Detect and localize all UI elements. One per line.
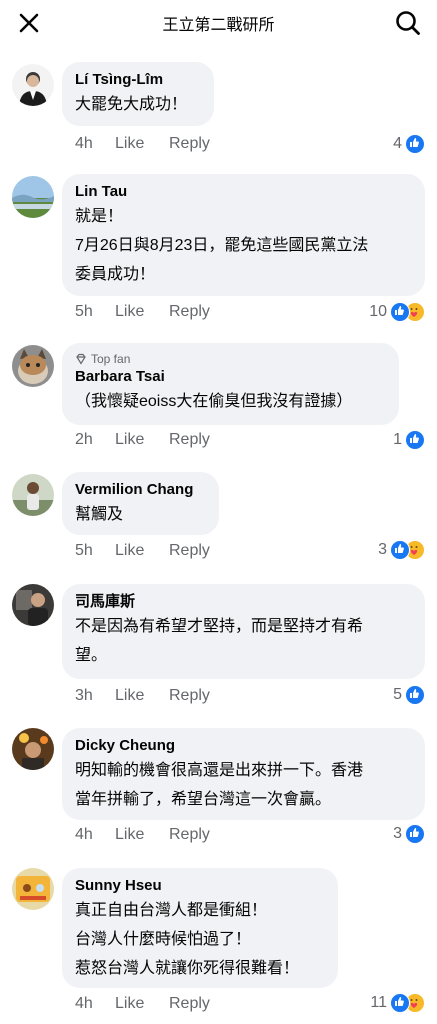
like-reaction-icon	[390, 540, 410, 560]
like-button[interactable]: Like	[115, 135, 169, 153]
avatar[interactable]	[12, 345, 54, 387]
like-button[interactable]: Like	[115, 303, 169, 321]
reaction-summary[interactable]: 1	[393, 428, 425, 452]
like-reaction-icon	[390, 993, 410, 1013]
comment-author[interactable]: Lin Tau	[75, 182, 412, 202]
like-button[interactable]: Like	[115, 995, 169, 1013]
avatar-image	[12, 474, 54, 516]
reaction-count: 10	[369, 303, 387, 320]
avatar-image	[12, 728, 54, 770]
comment-text: 不是因為有希望才堅持，而是堅持才有希 望。	[75, 618, 364, 664]
reaction-count: 3	[393, 825, 402, 842]
like-reaction-icon	[405, 685, 425, 705]
comment-bubble: Top fan Barbara Tsai （我懷疑eoiss大在偷臭但我沒有證據…	[62, 343, 399, 425]
comment-text: 就是！ 7月26日與8月23日，罷免這些國民黨立法 委員成功！	[75, 208, 369, 283]
avatar[interactable]	[12, 64, 54, 106]
search-icon	[396, 11, 420, 35]
page-title: 王立第二戰研所	[162, 17, 275, 34]
comment-time: 5h	[75, 303, 93, 320]
comment-time: 4h	[75, 826, 93, 843]
reaction-count: 1	[393, 431, 402, 448]
reply-button[interactable]: Reply	[169, 995, 210, 1013]
comment-bubble: Dicky Cheung 明知輸的機會很高還是出來拼一下。香港 當年拼輸了，希望…	[62, 728, 425, 820]
reaction-summary[interactable]: 3	[393, 822, 425, 846]
comment-text: 真正自由台灣人都是衝組！ 台灣人什麼時候怕過了！ 惹怒台灣人就讓你死得很難看！	[75, 902, 300, 977]
reaction-summary[interactable]: 5	[393, 683, 425, 707]
comment-actions: 5h Like Reply	[75, 300, 210, 324]
comment-actions: 5h Like Reply	[75, 539, 210, 563]
reaction-summary[interactable]: 3	[378, 538, 425, 562]
comment-bubble: Lin Tau 就是！ 7月26日與8月23日，罷免這些國民黨立法 委員成功！	[62, 174, 425, 296]
like-reaction-icon	[405, 824, 425, 844]
like-reaction-icon	[405, 134, 425, 154]
like-button[interactable]: Like	[115, 687, 169, 705]
top-fan-label: Top fan	[91, 352, 131, 366]
diamond-icon	[76, 353, 86, 365]
comment-text: 明知輸的機會很高還是出來拼一下。香港 當年拼輸了，希望台灣這一次會贏。	[75, 762, 364, 808]
comment-actions: 4h Like Reply	[75, 992, 210, 1016]
like-reaction-icon	[390, 302, 410, 322]
reply-button[interactable]: Reply	[169, 135, 210, 153]
comment-author[interactable]: Sunny Hseu	[75, 876, 325, 896]
avatar-image	[12, 64, 54, 106]
comment-time: 4h	[75, 135, 93, 152]
comment-time: 2h	[75, 431, 93, 448]
comment-bubble: 司馬庫斯 不是因為有希望才堅持，而是堅持才有希 望。	[62, 584, 425, 679]
reaction-count: 5	[393, 686, 402, 703]
comment-text: （我懷疑eoiss大在偷臭但我沒有證據）	[75, 393, 353, 410]
like-button[interactable]: Like	[115, 431, 169, 449]
like-button[interactable]: Like	[115, 542, 169, 560]
comment-bubble: Vermilion Chang 幫觸及	[62, 472, 219, 535]
reply-button[interactable]: Reply	[169, 431, 210, 449]
reaction-summary[interactable]: 11	[370, 991, 425, 1015]
avatar-image	[12, 584, 54, 626]
comment-actions: 2h Like Reply	[75, 428, 210, 452]
reply-button[interactable]: Reply	[169, 542, 210, 560]
comment-actions: 4h Like Reply	[75, 823, 210, 847]
comment-text: 大罷免大成功！	[75, 96, 188, 113]
avatar[interactable]	[12, 474, 54, 516]
reply-button[interactable]: Reply	[169, 826, 210, 844]
reaction-summary[interactable]: 4	[393, 132, 425, 156]
avatar-image	[12, 868, 54, 910]
search-button[interactable]	[393, 8, 423, 38]
comment-actions: 3h Like Reply	[75, 684, 210, 708]
reply-button[interactable]: Reply	[169, 687, 210, 705]
reaction-count: 3	[378, 541, 387, 558]
reaction-summary[interactable]: 10	[369, 300, 425, 324]
comment-time: 5h	[75, 542, 93, 559]
comment-author[interactable]: Dicky Cheung	[75, 736, 412, 756]
comment-time: 4h	[75, 995, 93, 1012]
comment-author[interactable]: Barbara Tsai	[75, 367, 386, 387]
top-fan-badge: Top fan	[75, 351, 386, 367]
avatar-image	[12, 345, 54, 387]
close-icon	[19, 13, 39, 33]
reaction-count: 4	[393, 135, 402, 152]
close-button[interactable]	[14, 8, 44, 38]
like-reaction-icon	[405, 430, 425, 450]
comment-author[interactable]: Lí Tsìng-Lîm	[75, 70, 201, 90]
avatar[interactable]	[12, 868, 54, 910]
comment-actions: 4h Like Reply	[75, 132, 210, 156]
avatar-image	[12, 176, 54, 218]
top-bar: 王立第二戰研所	[0, 0, 437, 46]
reaction-count: 11	[370, 994, 387, 1011]
reply-button[interactable]: Reply	[169, 303, 210, 321]
avatar[interactable]	[12, 176, 54, 218]
avatar[interactable]	[12, 584, 54, 626]
comment-bubble: Lí Tsìng-Lîm 大罷免大成功！	[62, 62, 214, 126]
comment-author[interactable]: 司馬庫斯	[75, 592, 412, 612]
comment-bubble: Sunny Hseu 真正自由台灣人都是衝組！ 台灣人什麼時候怕過了！ 惹怒台灣…	[62, 868, 338, 988]
comment-time: 3h	[75, 687, 93, 704]
comment-text: 幫觸及	[75, 506, 124, 523]
like-button[interactable]: Like	[115, 826, 169, 844]
comment-author[interactable]: Vermilion Chang	[75, 480, 206, 500]
avatar[interactable]	[12, 728, 54, 770]
